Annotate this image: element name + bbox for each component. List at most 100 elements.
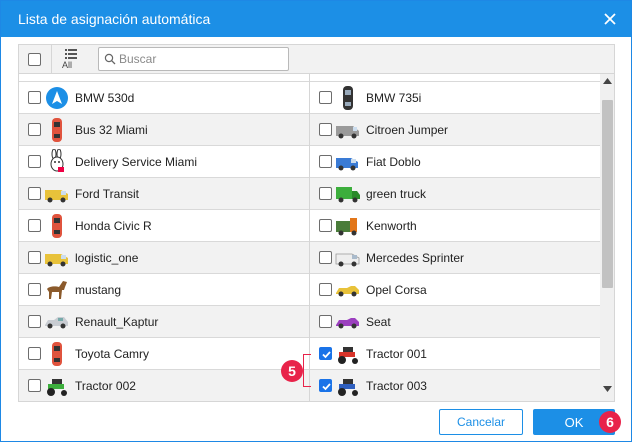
unit-checkbox[interactable] (28, 187, 41, 200)
auto-assignment-dialog: Lista de asignación automática All Busca… (0, 0, 632, 442)
unit-item[interactable]: Kenworth (310, 210, 600, 241)
unit-label: Bus 32 Miami (75, 123, 148, 137)
green-tractor-icon (44, 373, 70, 399)
blue-van-icon (335, 149, 361, 175)
unit-checkbox[interactable] (319, 123, 332, 136)
search-input[interactable] (119, 50, 284, 68)
unit-item[interactable]: BMW 735i (310, 82, 600, 113)
unit-label: green truck (366, 187, 427, 201)
unit-label: BMW 530d (75, 91, 135, 105)
unit-checkbox[interactable] (319, 315, 332, 328)
list-icon (65, 49, 77, 59)
grey-car-icon (346, 74, 372, 76)
list-scrollbar[interactable] (600, 74, 614, 401)
scrollbar-thumb[interactable] (602, 100, 613, 288)
orange-truck-icon (335, 213, 361, 239)
unit-label: Tractor 002 (75, 379, 136, 393)
unit-item[interactable]: Renault_Kaptur (19, 306, 309, 337)
red-tractor-icon (335, 341, 361, 367)
unit-checkbox[interactable] (319, 347, 332, 360)
yellow-van-icon (44, 181, 70, 207)
unit-label: BMW 735i (366, 91, 422, 105)
unit-item[interactable]: Citroen Jumper (310, 114, 600, 145)
red-car-icon (44, 341, 70, 367)
unit-checkbox[interactable] (319, 187, 332, 200)
unit-list: BMW 530d BMW 735i Bus 32 Miami Citroen Jump… (18, 74, 615, 402)
select-all-checkbox[interactable] (28, 53, 41, 66)
scroll-down-icon[interactable] (603, 386, 612, 392)
unit-item[interactable]: Honda Civic R (19, 210, 309, 241)
unit-item[interactable]: logistic_one (19, 242, 309, 273)
dialog-footer: Cancelar OK (1, 402, 631, 442)
cancel-button[interactable]: Cancelar (439, 409, 523, 435)
dialog-title: Lista de asignación automática (18, 11, 211, 27)
unit-checkbox[interactable] (28, 155, 41, 168)
unit-checkbox[interactable] (28, 379, 41, 392)
blue-tractor-icon (335, 373, 361, 399)
unit-item[interactable]: green truck (310, 178, 600, 209)
scroll-up-icon[interactable] (603, 78, 612, 84)
horse-icon (44, 277, 70, 303)
red-car-icon (44, 213, 70, 239)
unit-item[interactable]: Toyota Camry (19, 338, 309, 369)
unit-item[interactable]: BMW 530d (19, 82, 309, 113)
unit-label: logistic_one (75, 251, 139, 265)
rabbit-icon (44, 148, 70, 175)
unit-label: Delivery Service Miami (75, 155, 198, 169)
unit-checkbox[interactable] (319, 251, 332, 264)
unit-item[interactable]: Tractor 002 (19, 370, 309, 401)
search-box (98, 47, 289, 71)
dialog-titlebar: Lista de asignación automática (1, 1, 631, 37)
unit-label: Kenworth (366, 219, 417, 233)
unit-item[interactable]: Fiat Doblo (310, 146, 600, 177)
silver-car-icon (44, 309, 70, 335)
unit-label: Renault_Kaptur (75, 315, 159, 329)
unit-label: Ford Transit (75, 187, 140, 201)
unit-label: Mercedes Sprinter (366, 251, 465, 265)
close-icon[interactable] (601, 10, 619, 28)
callout-badge-ok: 6 (599, 411, 621, 433)
unit-label: Fiat Doblo (366, 155, 421, 169)
unit-label: Tractor 003 (366, 379, 427, 393)
unit-item[interactable]: Seat (310, 306, 600, 337)
unit-checkbox[interactable] (28, 123, 41, 136)
purple-car-icon (335, 309, 361, 335)
red-car-icon (44, 117, 70, 143)
unit-label: Toyota Camry (75, 347, 150, 361)
show-all-label: All (62, 60, 73, 70)
green-truck-icon (335, 181, 361, 207)
unit-item[interactable]: Tractor 003 (310, 370, 600, 401)
grey-van-icon (335, 117, 361, 143)
unit-item[interactable]: Ford Transit (19, 178, 309, 209)
unit-checkbox[interactable] (28, 315, 41, 328)
unit-checkbox[interactable] (28, 347, 41, 360)
unit-label: Opel Corsa (366, 283, 427, 297)
show-all-button[interactable]: All (59, 47, 83, 71)
unit-checkbox[interactable] (319, 91, 332, 104)
list-toolbar: All (18, 44, 615, 74)
unit-checkbox[interactable] (319, 219, 332, 232)
unit-item[interactable]: Bus 32 Miami (19, 114, 309, 145)
selection-bracket (303, 354, 311, 387)
unit-item[interactable]: Tractor 001 (310, 338, 600, 369)
unit-item[interactable]: Mercedes Sprinter (310, 242, 600, 273)
navigation-arrow-icon (44, 85, 70, 111)
unit-checkbox[interactable] (319, 379, 332, 392)
unit-checkbox[interactable] (28, 219, 41, 232)
black-car-icon (335, 85, 361, 111)
unit-label: mustang (75, 283, 122, 297)
yellow-car-icon (335, 277, 361, 303)
unit-checkbox[interactable] (28, 91, 41, 104)
unit-item[interactable]: Opel Corsa (310, 274, 600, 305)
unit-checkbox[interactable] (319, 155, 332, 168)
unit-checkbox[interactable] (28, 251, 41, 264)
white-van-icon (335, 245, 361, 271)
unit-label: Tractor 001 (366, 347, 427, 361)
unit-checkbox[interactable] (28, 283, 41, 296)
unit-checkbox[interactable] (319, 283, 332, 296)
unit-item[interactable]: mustang (19, 274, 309, 305)
unit-label: Seat (366, 315, 391, 329)
yellow-van-icon (44, 245, 70, 271)
unit-label: Honda Civic R (75, 219, 152, 233)
unit-item[interactable]: Delivery Service Miami (19, 146, 309, 177)
